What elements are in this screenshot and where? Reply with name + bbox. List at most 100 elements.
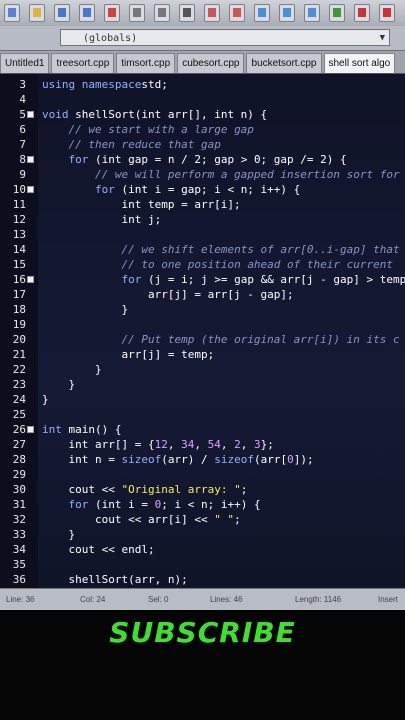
close-icon[interactable] [379,4,395,22]
line-number: 23 [12,378,26,391]
code-text: void shellSort(int arr[], int n) { [42,108,268,121]
line-number: 27 [12,438,26,451]
code-line: 36 shellSort(arr, n); [0,572,405,587]
code-text: cout << endl; [42,543,155,556]
copy-icon[interactable] [129,4,145,22]
paste-icon[interactable] [154,4,170,22]
tab-file[interactable]: timsort.cpp [116,53,176,73]
code-text: int j; [42,213,162,226]
file-tabs: Untitled1 treesort.cpp timsort.cpp cubesort… [0,51,405,74]
code-text: } [42,363,102,376]
code-line: 19 [0,317,405,332]
code-line: 33 } [0,527,405,542]
code-text: // Put temp (the original arr[i]) in its… [121,333,400,346]
code-text: int n = sizeof(arr) / sizeof(arr[0]); [42,453,314,466]
undo-icon[interactable] [204,4,220,22]
line-number: 30 [12,483,26,496]
code-line: 14 // we shift elements of arr[0..i-gap]… [0,242,405,257]
code-text: // then reduce that gap [68,138,221,151]
code-line: 22 } [0,362,405,377]
cut-icon[interactable] [104,4,120,22]
code-line: 12 int j; [0,212,405,227]
line-number: 32 [12,513,26,526]
code-line: 16 for (j = i; j >= gap && arr[j - gap] … [0,272,405,287]
code-line: 11 int temp = arr[i]; [0,197,405,212]
fold-toggle-icon[interactable] [27,426,34,433]
line-number: 36 [12,573,26,586]
toolbar [0,0,405,27]
tab-file[interactable]: bucketsort.cpp [246,53,322,73]
replace-icon[interactable] [279,4,295,22]
tab-file[interactable]: Untitled1 [0,53,50,73]
code-line: 28 int n = sizeof(arr) / sizeof(arr[0]); [0,452,405,467]
code-line: 20 // Put temp (the original arr[i]) in … [0,332,405,347]
line-number: 15 [12,258,26,271]
save-icon[interactable] [54,4,70,22]
code-line: 10 for (int i = gap; i < n; i++) { [0,182,405,197]
scope-dropdown[interactable]: (globals) ▼ [60,29,390,46]
redo-icon[interactable] [229,4,245,22]
code-text: // we start with a large gap [68,123,254,136]
line-number: 29 [12,468,26,481]
line-number: 24 [12,393,26,406]
code-text: arr[j] = arr[j - gap]; [42,288,294,301]
code-text: } [42,303,129,316]
scope-bar: (globals) ▼ [0,26,405,51]
code-text: } [42,378,76,391]
scope-value: (globals) [83,33,138,44]
code-line: 29 [0,467,405,482]
code-text: shellSort(arr, n); [42,573,188,586]
line-number: 14 [12,243,26,256]
line-number: 17 [12,288,26,301]
code-text: arr[j] = temp; [42,348,215,361]
code-line: 5 void shellSort(int arr[], int n) { [0,107,405,122]
code-line: 35 [0,557,405,572]
tab-file[interactable]: treesort.cpp [51,53,115,73]
line-number: 16 [12,273,26,286]
new-icon[interactable] [4,4,20,22]
chevron-down-icon[interactable]: ▼ [380,30,385,47]
code-line: 17 arr[j] = arr[j - gap]; [0,287,405,302]
fold-toggle-icon[interactable] [27,276,34,283]
goto-icon[interactable] [304,4,320,22]
code-line: 24} [0,392,405,407]
line-number: 19 [12,318,26,331]
code-line: 3 using namespacestd; [0,77,405,92]
monitor-screen: (globals) ▼ Untitled1 treesort.cpp timsort… [0,0,405,610]
code-text: for (j = i; j >= gap && arr[j - gap] > t… [121,273,405,286]
code-text: int temp = arr[i]; [42,198,241,211]
line-number: 9 [19,168,26,181]
line-number: 6 [19,123,26,136]
open-icon[interactable] [29,4,45,22]
line-number: 34 [12,543,26,556]
tab-file[interactable]: shell sort algo [323,53,396,73]
code-text: cout << arr[i] << " "; [42,513,241,526]
code-line: 18 } [0,302,405,317]
code-line: 8 for (int gap = n / 2; gap > 0; gap /= … [0,152,405,167]
fold-toggle-icon[interactable] [27,156,34,163]
code-text: // we will perform a gapped insertion so… [94,168,400,181]
save-all-icon[interactable] [79,4,95,22]
fold-toggle-icon[interactable] [27,186,34,193]
line-number: 22 [12,363,26,376]
fold-toggle-icon[interactable] [27,111,34,118]
print-icon[interactable] [179,4,195,22]
tab-file[interactable]: cubesort.cpp [177,53,245,73]
code-text: for (int gap = n / 2; gap > 0; gap /= 2)… [68,153,347,166]
code-text: int arr[] = {12, 34, 54, 2, 3}; [42,438,274,451]
code-line: 32 cout << arr[i] << " "; [0,512,405,527]
run-icon[interactable] [329,4,345,22]
debug-icon[interactable] [354,4,370,22]
line-number: 20 [12,333,26,346]
code-line: 31 for (int i = 0; i < n; i++) { [0,497,405,512]
status-ins: Insert [378,595,399,604]
line-number: 7 [19,138,26,151]
code-editor[interactable]: 3 using namespacestd; 4 5 void shellSort(int… [0,74,405,588]
line-number: 3 [19,78,26,91]
line-number: 33 [12,528,26,541]
find-icon[interactable] [254,4,270,22]
line-number: 13 [12,228,26,241]
line-number: 25 [12,408,26,421]
code-line: 15 // to one position ahead of their cur… [0,257,405,272]
code-line: 25 [0,407,405,422]
